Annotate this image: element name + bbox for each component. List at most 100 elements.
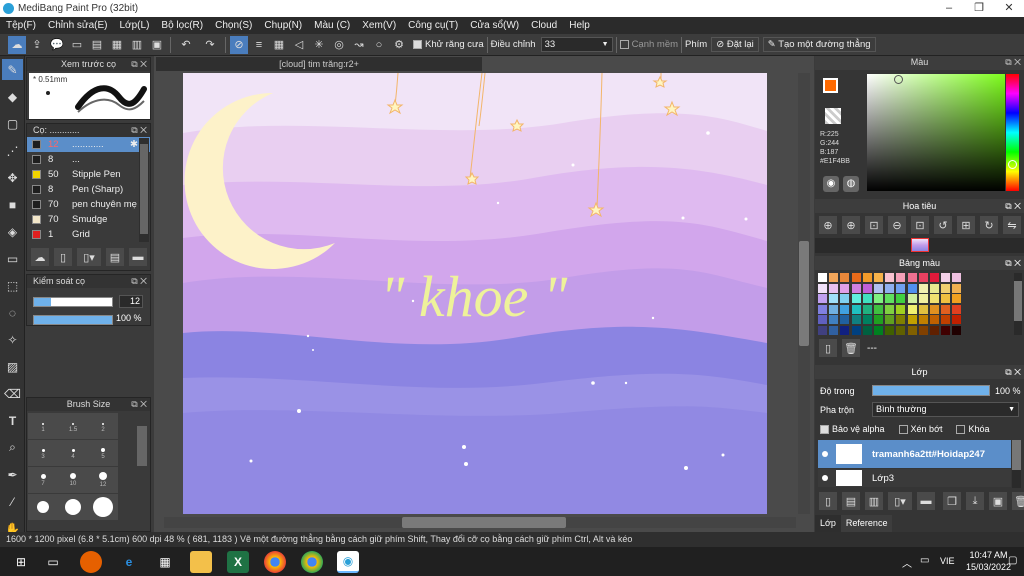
undo-icon[interactable]: ↶ xyxy=(175,36,197,54)
brush-size-tile[interactable]: 5 xyxy=(88,440,118,466)
protect-alpha-checkbox[interactable] xyxy=(820,425,829,435)
settings-icon[interactable]: ⚙ xyxy=(390,36,408,54)
layer-settings-icon[interactable]: ▣ xyxy=(989,492,1007,510)
menu-window[interactable]: Cửa sổ(W) xyxy=(464,20,525,31)
vertical-scrollbar[interactable] xyxy=(798,73,810,514)
brush-size-tile[interactable] xyxy=(88,494,118,520)
palette-swatch[interactable] xyxy=(896,315,906,324)
share-icon[interactable]: ⇪ xyxy=(28,36,46,54)
menu-tools[interactable]: Công cụ(T) xyxy=(402,20,464,31)
eraser-tool-icon[interactable]: ◆ xyxy=(2,86,23,107)
palette-swatch[interactable] xyxy=(862,304,872,314)
select-tool-icon[interactable]: ⬚ xyxy=(2,275,23,296)
protect-alpha-toggle[interactable]: Bảo vệ alpha xyxy=(820,424,885,435)
palette-swatch[interactable] xyxy=(851,283,861,293)
image-icon[interactable]: ▣ xyxy=(148,36,166,54)
palette-swatch[interactable] xyxy=(829,283,839,293)
palette-swatch[interactable] xyxy=(829,304,839,314)
select-pen-icon[interactable]: ▨ xyxy=(2,356,23,377)
brush-item[interactable]: 12............ ✱ xyxy=(27,137,150,152)
palette-swatch[interactable] xyxy=(851,315,861,324)
fill-rect-icon[interactable]: ■ xyxy=(2,194,23,215)
zoom-out-icon[interactable]: ⊖ xyxy=(888,216,906,234)
brush-size-tile[interactable] xyxy=(58,494,88,520)
palette-swatch[interactable] xyxy=(818,315,827,324)
color-wheel-icon[interactable]: ◍ xyxy=(843,176,859,192)
palette-swatch[interactable] xyxy=(874,273,883,282)
hue-handle[interactable] xyxy=(1008,160,1017,169)
palette-swatch[interactable] xyxy=(907,283,917,293)
network-icon[interactable]: ▭ xyxy=(920,555,929,566)
palette-swatch[interactable] xyxy=(840,304,850,314)
redo-icon[interactable]: ↷ xyxy=(199,36,221,54)
blend-mode-select[interactable]: Bình thường ▼ xyxy=(872,402,1019,417)
brush-size-tile[interactable]: 7 xyxy=(28,467,58,493)
menu-filter[interactable]: Bộ lọc(R) xyxy=(155,20,209,31)
menu-layer[interactable]: Lớp(L) xyxy=(114,20,156,31)
panel-close-icon[interactable]: ⧉ ✕ xyxy=(131,275,147,288)
delete-palette-icon[interactable]: 🗑 xyxy=(842,339,860,357)
navigator-preview[interactable] xyxy=(815,238,1024,253)
gradient-tool-icon[interactable]: ▭ xyxy=(2,248,23,269)
cross-snap-icon[interactable]: ▦ xyxy=(270,36,288,54)
layer-item[interactable]: tramanh6a2tt#Hoidap247 xyxy=(818,440,1011,468)
panel-close-icon[interactable]: ⧉ ✕ xyxy=(1005,365,1021,379)
palette-swatch[interactable] xyxy=(885,273,895,282)
edge-toggle[interactable]: Cạnh mềm xyxy=(619,39,678,50)
palette-swatch[interactable] xyxy=(952,273,962,282)
folder-icon[interactable]: ▬ xyxy=(129,248,147,266)
cloud-icon[interactable]: ☁ xyxy=(8,35,26,54)
brush-settings-icon[interactable]: ☁ xyxy=(31,248,49,266)
palette-swatch[interactable] xyxy=(885,294,895,303)
concentric-snap-icon[interactable]: ◎ xyxy=(330,36,348,54)
palette-scrollbar[interactable] xyxy=(1014,273,1022,335)
brush-size-value[interactable]: 12 xyxy=(119,295,143,308)
palette-swatch[interactable] xyxy=(952,325,962,335)
brush-item[interactable]: 70 Smudge xyxy=(27,212,150,227)
palette-swatch[interactable] xyxy=(874,283,883,293)
brush-size-tile[interactable]: 1.5 xyxy=(58,413,88,439)
divide-tool-icon[interactable]: ⌕ xyxy=(2,437,23,458)
palette-swatch[interactable] xyxy=(907,294,917,303)
chrome-profile-icon[interactable] xyxy=(301,551,323,573)
brush-item[interactable]: 8 Pen (Sharp) xyxy=(27,182,150,197)
menu-snap[interactable]: Chụp(N) xyxy=(258,20,308,31)
new-halftone-layer-icon[interactable]: ▤ xyxy=(842,492,860,510)
brush-size-tile[interactable]: 3 xyxy=(28,440,58,466)
chat-icon[interactable]: ▭ xyxy=(68,36,86,54)
brush-size-tile[interactable]: 10 xyxy=(58,467,88,493)
merge-layer-icon[interactable]: ⤓ xyxy=(966,492,984,510)
brush-item[interactable]: 8... xyxy=(27,152,150,167)
copy-brush-icon[interactable]: ▤ xyxy=(106,248,124,266)
bucket-tool-icon[interactable]: ◈ xyxy=(2,221,23,242)
rotate-right-icon[interactable]: ↻ xyxy=(980,216,998,234)
scroll-thumb[interactable] xyxy=(140,144,148,234)
palette-swatch[interactable] xyxy=(840,283,850,293)
hue-slider[interactable] xyxy=(1006,74,1019,191)
task-view-icon[interactable]: ▭ xyxy=(42,551,64,573)
dot-tool-icon[interactable]: ⋰ xyxy=(2,140,23,161)
brush-item[interactable]: 1 Grid xyxy=(27,227,150,242)
palette-swatch[interactable] xyxy=(851,304,861,314)
new-brush-icon[interactable]: ▯ xyxy=(54,248,72,266)
color-palette[interactable] xyxy=(818,273,1014,335)
palette-swatch[interactable] xyxy=(874,304,883,314)
palette-swatch[interactable] xyxy=(874,294,883,303)
medibang-icon[interactable]: ◉ xyxy=(337,551,359,573)
palette-swatch[interactable] xyxy=(818,294,827,303)
clip-toggle[interactable]: Xén bớt xyxy=(898,424,942,435)
lock-checkbox[interactable] xyxy=(956,425,966,435)
palette-swatch[interactable] xyxy=(918,304,928,314)
palette-swatch[interactable] xyxy=(896,294,906,303)
brush-size-tile[interactable]: 1 xyxy=(28,413,58,439)
notification-icon[interactable]: ▢ xyxy=(1008,555,1017,566)
parallel-snap-icon[interactable]: ≡ xyxy=(250,36,268,54)
palette-swatch[interactable] xyxy=(907,304,917,314)
palette-swatch[interactable] xyxy=(885,283,895,293)
palette-swatch[interactable] xyxy=(930,273,939,282)
palette-swatch[interactable] xyxy=(840,273,850,282)
menu-view[interactable]: Xem(V) xyxy=(356,20,402,31)
palette-swatch[interactable] xyxy=(930,283,939,293)
palette-swatch[interactable] xyxy=(885,315,895,324)
menu-help[interactable]: Help xyxy=(563,20,596,31)
